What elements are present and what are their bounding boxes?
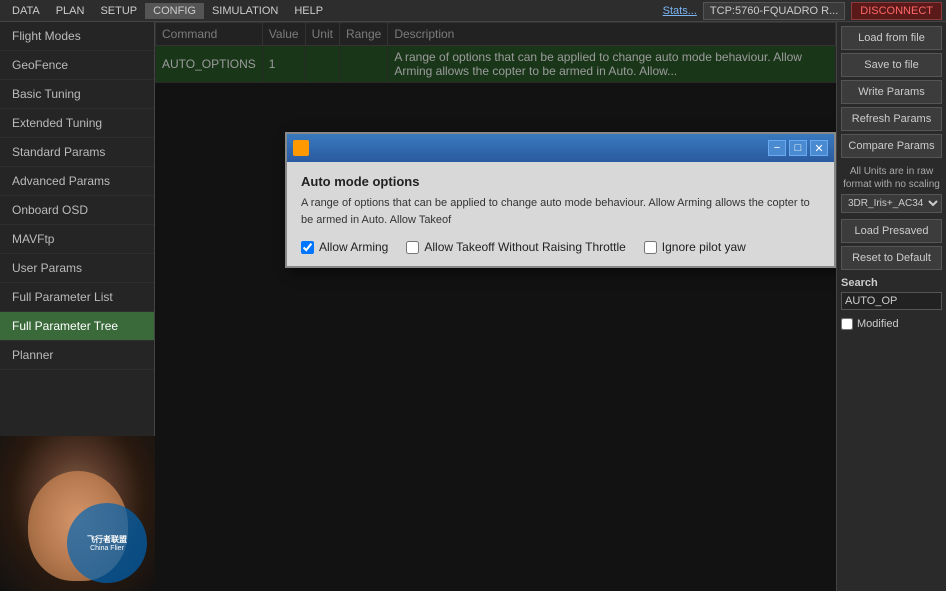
sidebar-item-planner[interactable]: Planner <box>0 341 154 370</box>
watermark-line2: China Flier <box>90 545 124 552</box>
dialog-heading: Auto mode options <box>301 174 820 189</box>
dialog-close-button[interactable]: ✕ <box>810 140 828 156</box>
menu-setup[interactable]: SETUP <box>92 3 145 19</box>
dialog-title-icon <box>293 140 309 156</box>
dialog-options: Allow Arming Allow Takeoff Without Raisi… <box>301 240 820 254</box>
refresh-params-button[interactable]: Refresh Params <box>841 107 942 131</box>
menu-config[interactable]: CONFIG <box>145 3 204 19</box>
option-allow-arming: Allow Arming <box>301 240 388 254</box>
menu-bar-right: Stats... TCP:5760-FQUADRO R... DISCONNEC… <box>663 2 942 20</box>
search-input[interactable] <box>841 292 942 310</box>
modified-checkbox[interactable] <box>841 318 853 330</box>
sidebar-item-onboard-osd[interactable]: Onboard OSD <box>0 196 154 225</box>
menu-simulation[interactable]: SIMULATION <box>204 3 286 19</box>
webcam-area: 飞行者联盟 China Flier <box>0 436 155 591</box>
save-to-file-button[interactable]: Save to file <box>841 53 942 77</box>
watermark: 飞行者联盟 China Flier <box>67 503 147 583</box>
stats-link[interactable]: Stats... <box>663 5 697 17</box>
menu-plan[interactable]: PLAN <box>48 3 93 19</box>
load-presaved-button[interactable]: Load Presaved <box>841 219 942 243</box>
ignore-pilot-yaw-label: Ignore pilot yaw <box>662 240 746 254</box>
option-ignore-pilot-yaw: Ignore pilot yaw <box>644 240 746 254</box>
compare-params-button[interactable]: Compare Params <box>841 134 942 158</box>
menu-data[interactable]: DATA <box>4 3 48 19</box>
units-label: All Units are in rawformat with no scali… <box>841 165 942 191</box>
option-allow-takeoff: Allow Takeoff Without Raising Throttle <box>406 240 625 254</box>
allow-arming-label: Allow Arming <box>319 240 388 254</box>
sidebar-item-geofence[interactable]: GeoFence <box>0 51 154 80</box>
write-params-button[interactable]: Write Params <box>841 80 942 104</box>
dialog-box: − □ ✕ Auto mode options A range of optio… <box>285 132 836 268</box>
webcam-feed: 飞行者联盟 China Flier <box>0 436 155 591</box>
sidebar-item-standard-params[interactable]: Standard Params <box>0 138 154 167</box>
sidebar-item-full-param-tree[interactable]: Full Parameter Tree <box>0 312 154 341</box>
dialog-description: A range of options that can be applied t… <box>301 195 820 228</box>
allow-takeoff-label: Allow Takeoff Without Raising Throttle <box>424 240 625 254</box>
dialog-maximize-button[interactable]: □ <box>789 140 807 156</box>
watermark-line1: 飞行者联盟 <box>87 534 127 545</box>
main-layout: Flight Modes GeoFence Basic Tuning Exten… <box>0 22 946 591</box>
disconnect-button[interactable]: DISCONNECT <box>851 2 942 20</box>
modified-label: Modified <box>857 318 899 330</box>
menu-help[interactable]: HELP <box>286 3 331 19</box>
sidebar-item-extended-tuning[interactable]: Extended Tuning <box>0 109 154 138</box>
dialog-controls: − □ ✕ <box>768 140 828 156</box>
allow-takeoff-checkbox[interactable] <box>406 241 419 254</box>
search-label: Search <box>841 277 942 289</box>
dialog-titlebar: − □ ✕ <box>287 134 834 162</box>
sidebar-item-mavftp[interactable]: MAVFtp <box>0 225 154 254</box>
connection-info: TCP:5760-FQUADRO R... <box>703 2 845 20</box>
menu-bar: DATA PLAN SETUP CONFIG SIMULATION HELP S… <box>0 0 946 22</box>
dialog-minimize-button[interactable]: − <box>768 140 786 156</box>
sidebar-item-basic-tuning[interactable]: Basic Tuning <box>0 80 154 109</box>
dialog-overlay: − □ ✕ Auto mode options A range of optio… <box>155 22 836 591</box>
ignore-pilot-yaw-checkbox[interactable] <box>644 241 657 254</box>
load-from-file-button[interactable]: Load from file <box>841 26 942 50</box>
sidebar-item-advanced-params[interactable]: Advanced Params <box>0 167 154 196</box>
center-content: Command Value Unit Range Description AUT… <box>155 22 836 591</box>
sidebar: Flight Modes GeoFence Basic Tuning Exten… <box>0 22 155 591</box>
right-panel: Load from file Save to file Write Params… <box>836 22 946 591</box>
reset-to-default-button[interactable]: Reset to Default <box>841 246 942 270</box>
sidebar-item-flight-modes[interactable]: Flight Modes <box>0 22 154 51</box>
allow-arming-checkbox[interactable] <box>301 241 314 254</box>
modified-row: Modified <box>841 318 942 330</box>
sidebar-item-user-params[interactable]: User Params <box>0 254 154 283</box>
sidebar-item-full-param-list[interactable]: Full Parameter List <box>0 283 154 312</box>
dialog-body: Auto mode options A range of options tha… <box>287 162 834 266</box>
vehicle-preset-dropdown[interactable]: 3DR_Iris+_AC34... <box>841 194 942 213</box>
